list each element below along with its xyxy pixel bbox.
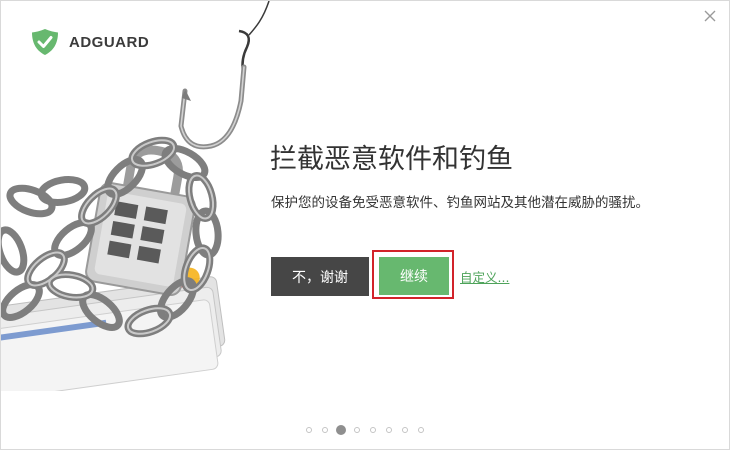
page-dot-3[interactable]	[336, 425, 346, 435]
adguard-logo: ADGUARD	[31, 28, 149, 56]
page-dot-7[interactable]	[402, 427, 408, 433]
page-dot-6[interactable]	[386, 427, 392, 433]
decline-button[interactable]: 不，谢谢	[271, 257, 369, 296]
close-icon	[704, 10, 716, 22]
page-dot-4[interactable]	[354, 427, 360, 433]
page-dot-2[interactable]	[322, 427, 328, 433]
slide-description: 保护您的设备免受恶意软件、钓鱼网站及其他潜在威胁的骚扰。	[271, 195, 649, 211]
continue-button[interactable]: 继续	[379, 257, 449, 295]
adguard-shield-icon	[32, 29, 58, 55]
close-button[interactable]	[701, 7, 719, 25]
page-dot-5[interactable]	[370, 427, 376, 433]
brand-name: ADGUARD	[69, 33, 150, 51]
page-dot-1[interactable]	[306, 427, 312, 433]
setup-wizard-window: ADGUARD 拦截恶意软件和钓鱼 保护您的设备免受恶意软件、钓鱼网站及其他潜在…	[0, 0, 730, 450]
slide-headline: 拦截恶意软件和钓鱼	[270, 144, 513, 175]
malware-phishing-illustration	[1, 1, 271, 402]
customize-link[interactable]: 自定义...	[460, 267, 509, 286]
page-dot-8[interactable]	[418, 427, 424, 433]
page-indicator	[1, 425, 729, 437]
